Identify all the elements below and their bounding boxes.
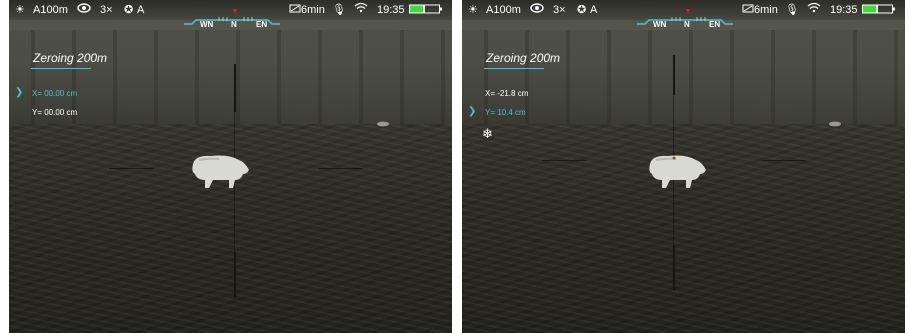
reticle-right-post: [319, 168, 363, 169]
eye-icon: [530, 0, 544, 20]
zeroing-title: Zeroing 200m: [33, 51, 108, 65]
range-value: A100m: [486, 4, 521, 16]
selection-pointer-icon: ❯: [15, 87, 24, 98]
calibration-mode: A: [137, 4, 145, 16]
compass-west-north: WN: [200, 20, 214, 29]
zoom-value: 3×: [553, 4, 566, 16]
status-bar: ☀ A100m 3× ✪ A 6min 🎙 19:35 WN N EN: [462, 0, 905, 29]
record-time: 6min: [754, 4, 778, 16]
reticle-top-post: [234, 64, 236, 112]
treeline-background: [462, 30, 905, 125]
microphone-icon: 🎙: [785, 4, 799, 16]
thermal-view-right: ☀ A100m 3× ✪ A 6min 🎙 19:35 WN N EN Zero…: [462, 0, 905, 333]
reticle-bottom-post: [234, 252, 236, 297]
battery-icon: [409, 0, 443, 20]
compass-north: N: [231, 20, 237, 29]
wild-boar-target: [192, 155, 249, 188]
reticle-left-post: [109, 168, 153, 169]
wifi-icon: [807, 0, 821, 20]
compass-east-north: EN: [709, 20, 721, 29]
microphone-icon: 🎙: [332, 4, 346, 16]
reticle-right-post: [762, 160, 806, 161]
selection-pointer-icon: ❯: [468, 106, 477, 117]
video-icon: [289, 0, 301, 20]
compass: WN N EN: [637, 0, 733, 29]
distant-animal: [829, 121, 841, 127]
calibration-mode: A: [590, 4, 598, 16]
x-offset-value[interactable]: X= 00.00 cm: [32, 89, 77, 98]
record-time: 6min: [301, 4, 325, 16]
eye-icon: [77, 0, 91, 20]
reticle-top-post: [673, 55, 675, 95]
calibration-icon: ✪: [577, 4, 587, 16]
compass: WN N EN: [184, 0, 280, 29]
compass-west-north: WN: [653, 20, 667, 29]
reticle-bottom-post: [673, 245, 675, 290]
video-icon: [742, 0, 754, 20]
wifi-icon: [354, 0, 368, 20]
zeroing-title-underline: [31, 68, 91, 69]
x-offset-value[interactable]: X= -21.8 cm: [485, 89, 528, 98]
clock: 19:35: [377, 4, 405, 16]
compass-north: N: [684, 20, 690, 29]
battery-icon: [862, 0, 896, 20]
y-offset-value[interactable]: Y= 10.4 cm: [485, 108, 526, 117]
brightness-icon: ☀: [15, 4, 25, 16]
wild-boar-target: [649, 155, 706, 188]
clock: 19:35: [830, 4, 858, 16]
y-offset-value[interactable]: Y= 00.00 cm: [32, 108, 77, 117]
thermal-view-left: ☀ A100m 3× ✪ A 6min 🎙 19:35 WN N EN Zero…: [9, 0, 452, 333]
calibration-icon: ✪: [124, 4, 134, 16]
freeze-icon: ❄: [482, 126, 493, 141]
zeroing-title: Zeroing 200m: [486, 51, 561, 65]
distant-animal: [377, 121, 389, 127]
status-bar: ☀ A100m 3× ✪ A 6min 🎙 19:35 WN N EN: [9, 0, 452, 29]
compass-east-north: EN: [256, 20, 268, 29]
reticle-left-post: [542, 160, 586, 161]
zoom-value: 3×: [100, 4, 113, 16]
range-value: A100m: [33, 4, 68, 16]
brightness-icon: ☀: [468, 4, 478, 16]
zeroing-title-underline: [484, 68, 544, 69]
